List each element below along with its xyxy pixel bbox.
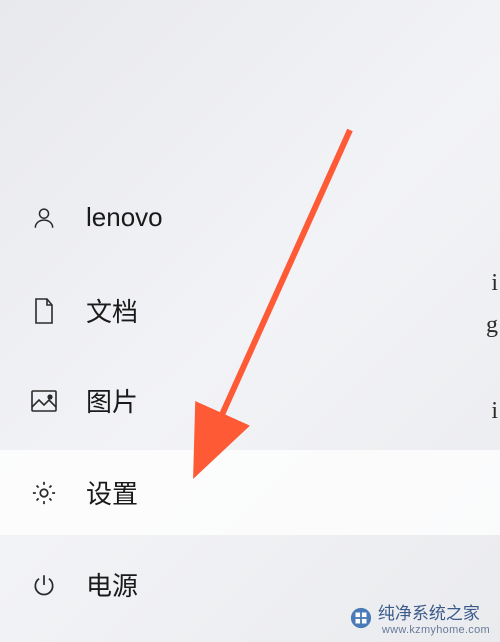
settings-button[interactable]: 设置 <box>0 450 500 535</box>
edge-char-2: g <box>486 312 498 339</box>
gear-icon <box>28 477 60 509</box>
documents-button[interactable]: 文档 <box>0 268 500 353</box>
watermark: 纯净系统之家 www.kzmyhome.com <box>350 599 490 636</box>
user-account-button[interactable]: lenovo <box>0 175 500 260</box>
picture-icon <box>28 385 60 417</box>
start-menu-left-rail: lenovo 文档 图片 设置 <box>0 0 500 642</box>
watermark-logo-icon <box>350 607 372 629</box>
document-icon <box>28 295 60 327</box>
pictures-label: 图片 <box>86 382 138 419</box>
user-icon <box>28 202 60 234</box>
documents-label: 文档 <box>86 292 138 329</box>
watermark-url: www.kzmyhome.com <box>382 624 490 636</box>
power-icon <box>28 569 60 601</box>
watermark-text: 纯净系统之家 <box>378 599 490 624</box>
edge-char-3: i <box>491 398 498 425</box>
edge-char-1: i <box>491 270 498 297</box>
user-label: lenovo <box>86 202 163 233</box>
power-label: 电源 <box>86 566 138 603</box>
pictures-button[interactable]: 图片 <box>0 358 500 443</box>
settings-label: 设置 <box>86 474 138 511</box>
